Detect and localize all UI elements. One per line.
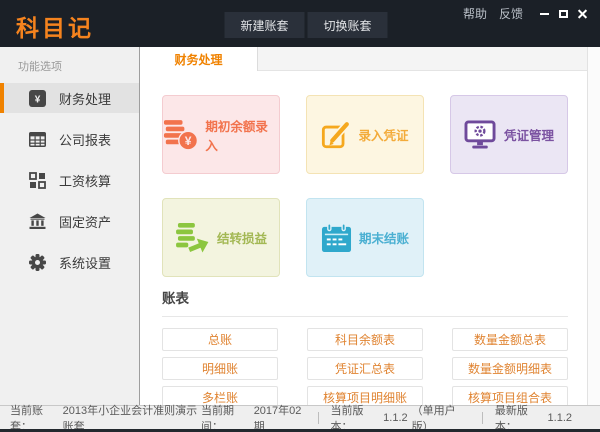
report-button-account-balance[interactable]: 科目余额表 — [307, 328, 423, 351]
sidebar-item-label: 工资核算 — [59, 171, 111, 190]
tabstrip: 财务处理 — [140, 47, 600, 71]
status-divider — [318, 412, 319, 424]
svg-text:¥: ¥ — [35, 94, 41, 105]
report-button-qty-amount-summary[interactable]: 数量金额总表 — [452, 328, 568, 351]
calendar-icon — [321, 223, 352, 253]
sidebar-item-finance[interactable]: ¥ 财务处理 — [0, 83, 139, 113]
minimize-button[interactable] — [535, 6, 554, 22]
sidebar-item-reports[interactable]: 公司报表 — [0, 124, 139, 154]
latest-version-label: 最新版本： — [495, 402, 544, 432]
coins-arrow-icon — [175, 222, 210, 253]
tab-finance[interactable]: 财务处理 — [140, 47, 258, 71]
latest-version-value: 1.1.2 — [548, 412, 572, 424]
switch-account-set-button[interactable]: 切换账套 — [308, 12, 388, 38]
report-section-title: 账表 — [162, 287, 568, 307]
current-period-label: 当前期间： — [201, 402, 250, 432]
report-button-detail-ledger[interactable]: 明细账 — [162, 357, 278, 380]
current-account-set-value: 2013年小企业会计准则演示账套 — [63, 402, 201, 432]
current-version-label: 当前版本： — [331, 402, 380, 432]
card-label: 结转损益 — [217, 228, 267, 247]
edition-value: （单用户版） — [412, 402, 470, 432]
sidebar-item-fixed-assets[interactable]: 固定资产 — [0, 206, 139, 236]
app-window: 科目记 新建账套 切换账套 帮助 反馈 功能选项 ¥ 财务处理 — [0, 0, 600, 432]
sidebar: 功能选项 ¥ 财务处理 公司报表 — [0, 47, 140, 405]
card-period-end-closing[interactable]: 期末结账 — [306, 198, 424, 277]
current-version-value: 1.1.2 — [383, 412, 407, 424]
content-inner: ¥ 期初余额录入 录入凭证 — [140, 71, 568, 409]
section-divider — [162, 316, 568, 317]
main-content: 财务处理 ¥ — [140, 47, 600, 405]
tab-label: 财务处理 — [174, 51, 222, 68]
report-button-voucher-summary[interactable]: 凭证汇总表 — [307, 357, 423, 380]
sidebar-item-label: 固定资产 — [59, 212, 111, 231]
report-button-general-ledger[interactable]: 总账 — [162, 328, 278, 351]
titlebar-buttons: 新建账套 切换账套 — [225, 12, 388, 38]
card-label: 期初余额录入 — [205, 116, 279, 154]
card-label: 凭证管理 — [504, 125, 554, 144]
gear-icon — [29, 254, 46, 271]
card-opening-balance[interactable]: ¥ 期初余额录入 — [162, 95, 280, 174]
card-profit-loss-carryover[interactable]: 结转损益 — [162, 198, 280, 277]
help-link[interactable]: 帮助 — [463, 5, 487, 22]
status-divider — [482, 412, 483, 424]
current-period-value: 2017年02期 — [254, 402, 306, 432]
minimize-icon — [540, 13, 549, 15]
sidebar-section-label: 功能选项 — [18, 58, 139, 74]
function-cards: ¥ 期初余额录入 录入凭证 — [162, 95, 568, 277]
pencil-square-icon — [321, 120, 351, 150]
report-section: 账表 总账 科目余额表 数量金额总表 明细账 凭证汇总表 数量金额明细表 多栏账… — [162, 287, 568, 409]
current-account-set-label: 当前账套： — [10, 402, 59, 432]
card-enter-voucher[interactable]: 录入凭证 — [306, 95, 424, 174]
bank-building-icon — [29, 213, 46, 230]
report-button-qty-amount-detail[interactable]: 数量金额明细表 — [452, 357, 568, 380]
vertical-scrollbar[interactable] — [587, 47, 600, 405]
sidebar-item-settings[interactable]: 系统设置 — [0, 247, 139, 277]
card-label: 期末结账 — [359, 228, 409, 247]
statusbar: 当前账套： 2013年小企业会计准则演示账套 当前期间： 2017年02期 当前… — [0, 405, 600, 429]
yen-cash-icon: ¥ — [29, 90, 46, 107]
maximize-icon — [559, 10, 568, 18]
new-account-set-button[interactable]: 新建账套 — [225, 12, 305, 38]
close-icon — [577, 8, 588, 19]
sidebar-item-label: 财务处理 — [59, 89, 111, 108]
feedback-link[interactable]: 反馈 — [499, 5, 523, 22]
sidebar-item-label: 公司报表 — [59, 130, 111, 149]
report-button-grid: 总账 科目余额表 数量金额总表 明细账 凭证汇总表 数量金额明细表 多栏账 核算… — [162, 328, 568, 409]
table-report-icon — [29, 131, 46, 148]
app-logo: 科目记 — [16, 9, 94, 43]
sidebar-item-label: 系统设置 — [59, 253, 111, 272]
app-body: 功能选项 ¥ 财务处理 公司报表 — [0, 47, 600, 405]
titlebar: 科目记 新建账套 切换账套 帮助 反馈 — [0, 0, 600, 47]
grid-squares-icon — [29, 172, 46, 189]
card-voucher-management[interactable]: 凭证管理 — [450, 95, 568, 174]
close-button[interactable] — [573, 6, 592, 22]
card-label: 录入凭证 — [358, 125, 408, 144]
coins-yen-icon: ¥ — [163, 119, 198, 151]
svg-text:¥: ¥ — [185, 134, 192, 148]
monitor-gear-icon — [464, 120, 497, 150]
titlebar-right: 帮助 反馈 — [463, 5, 592, 22]
sidebar-item-payroll[interactable]: 工资核算 — [0, 165, 139, 195]
maximize-button[interactable] — [554, 6, 573, 22]
